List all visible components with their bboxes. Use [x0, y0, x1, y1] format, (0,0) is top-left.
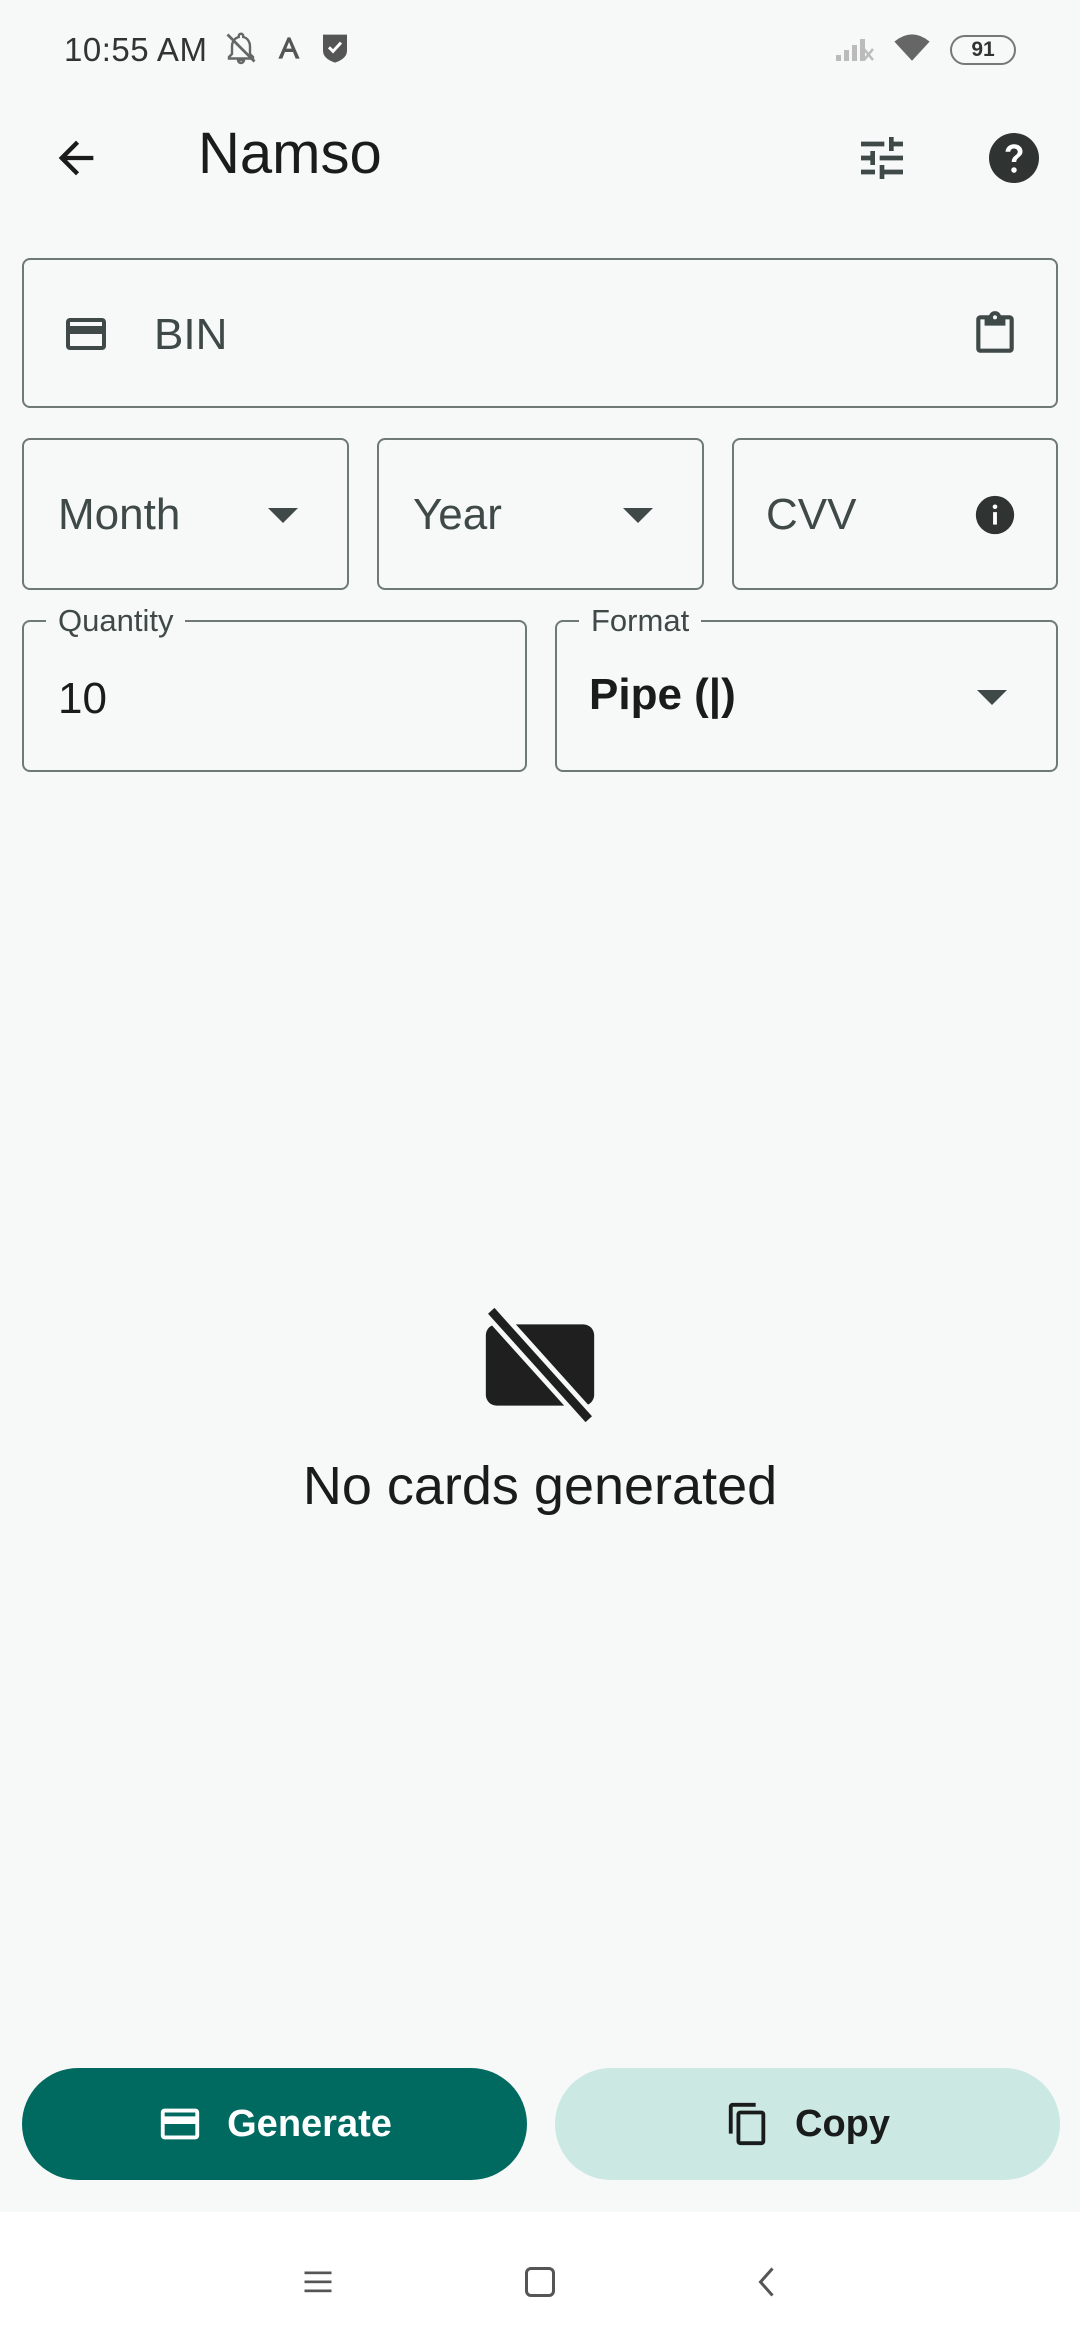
- arrow-back-icon: [58, 140, 94, 176]
- help-button[interactable]: [984, 128, 1044, 188]
- generate-button[interactable]: Generate: [22, 2068, 527, 2180]
- cvv-info-button[interactable]: [972, 492, 1018, 543]
- year-dropdown[interactable]: Year: [377, 438, 704, 590]
- chevron-down-icon: [977, 690, 1007, 705]
- notifications-off-icon: [223, 30, 259, 71]
- copy-label: Copy: [795, 2102, 890, 2145]
- signal-icon: [834, 33, 874, 68]
- page-title: Namso: [198, 121, 382, 186]
- cvv-input[interactable]: CVV: [766, 490, 856, 540]
- format-dropdown[interactable]: Format Pipe (|): [555, 602, 1058, 772]
- month-placeholder: Month: [58, 490, 181, 539]
- quantity-input[interactable]: 10: [58, 674, 107, 724]
- info-icon: [975, 495, 1015, 535]
- home-square-icon: [525, 2267, 555, 2297]
- format-value: Pipe (|): [589, 670, 736, 719]
- chevron-left-icon: [758, 2267, 774, 2297]
- clipboard-button[interactable]: [970, 308, 1020, 365]
- bin-input[interactable]: BIN: [154, 310, 227, 360]
- generate-label: Generate: [227, 2102, 392, 2145]
- credit-card-icon: [160, 2108, 200, 2140]
- system-nav-bar: [0, 2212, 1080, 2340]
- chevron-down-icon: [623, 508, 653, 523]
- status-bar: 10:55 AM 91: [0, 0, 1080, 100]
- empty-state: No cards generated: [0, 1300, 1080, 1517]
- year-placeholder: Year: [413, 490, 502, 539]
- wifi-icon: [892, 32, 932, 69]
- cvv-field[interactable]: CVV: [732, 438, 1058, 590]
- text-icon: [273, 32, 305, 69]
- credit-card-icon: [62, 310, 110, 363]
- format-label: Format: [579, 602, 702, 640]
- empty-state-text: No cards generated: [302, 1456, 778, 1516]
- recents-button[interactable]: [288, 2252, 348, 2312]
- status-time: 10:55 AM: [64, 31, 208, 68]
- quantity-label: Quantity: [46, 602, 186, 640]
- copy-icon: [728, 2102, 766, 2146]
- quantity-field[interactable]: Quantity 10: [22, 602, 527, 772]
- month-dropdown[interactable]: Month: [22, 438, 349, 590]
- status-left-icons: [223, 30, 351, 71]
- card-off-icon: [475, 1300, 605, 1435]
- copy-button[interactable]: Copy: [555, 2068, 1060, 2180]
- battery-icon: 91: [950, 35, 1016, 65]
- help-icon: [989, 133, 1039, 183]
- menu-icon: [304, 2271, 332, 2293]
- system-back-button[interactable]: [738, 2252, 798, 2312]
- settings-button[interactable]: [852, 128, 912, 188]
- shield-check-icon: [319, 32, 351, 69]
- tune-icon: [861, 137, 903, 179]
- app-bar: Namso: [0, 100, 1080, 216]
- clipboard-icon: [976, 311, 1014, 353]
- chevron-down-icon: [268, 508, 298, 523]
- home-button[interactable]: [510, 2252, 570, 2312]
- back-button[interactable]: [46, 128, 106, 188]
- bin-field[interactable]: BIN: [22, 258, 1058, 408]
- battery-level: 91: [971, 38, 995, 61]
- status-right-icons: 91: [834, 32, 1016, 69]
